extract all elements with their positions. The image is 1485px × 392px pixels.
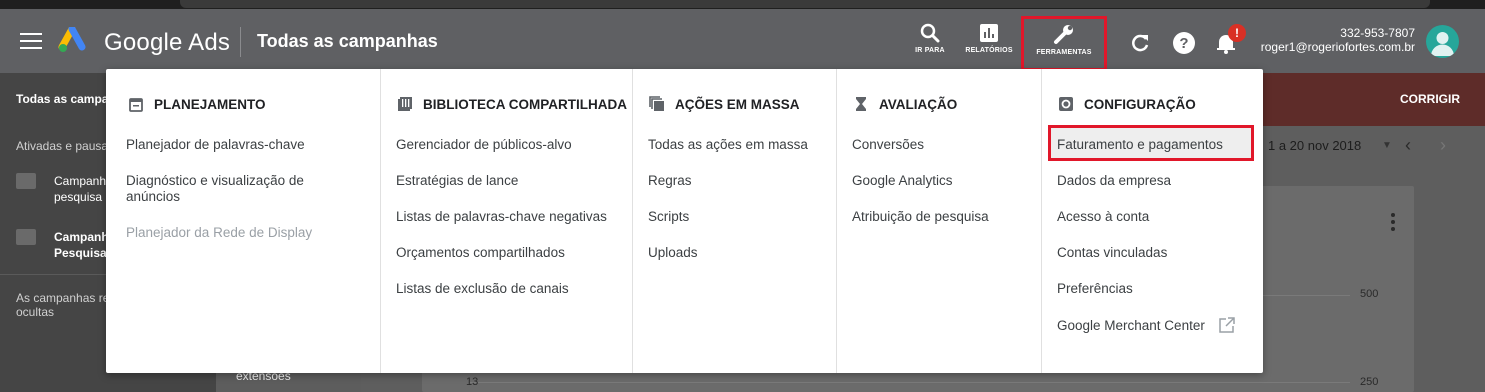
menu-column-measurement: AVALIAÇÃO Conversões Google Analytics At…: [836, 69, 1041, 373]
date-dropdown-icon[interactable]: ▼: [1382, 140, 1392, 151]
notification-badge: !: [1228, 24, 1246, 42]
sidebar-campaign-1[interactable]: Campanh pesquisa: [16, 173, 106, 205]
browser-top-strip: [0, 0, 1485, 9]
account-id[interactable]: 332-953-7807: [1340, 26, 1415, 40]
menu-column-bulk-actions: AÇÕES EM MASSA Todas as ações em massa R…: [632, 69, 836, 373]
calendar-icon: [129, 98, 143, 112]
menu-item-account-access[interactable]: Acesso à conta: [1057, 209, 1149, 225]
library-icon: [398, 97, 412, 111]
menu-column-shared-library: BIBLIOTECA COMPARTILHADA Gerenciador de …: [380, 69, 632, 373]
menu-item-google-analytics[interactable]: Google Analytics: [852, 173, 953, 189]
previous-period-icon[interactable]: ‹: [1405, 135, 1411, 156]
menu-item-shared-budgets[interactable]: Orçamentos compartilhados: [396, 245, 565, 261]
menu-item-linked-accounts[interactable]: Contas vinculadas: [1057, 245, 1167, 261]
menu-item-business-data[interactable]: Dados da empresa: [1057, 173, 1171, 189]
external-link-icon: [1219, 317, 1235, 333]
menu-heading-bulk-actions: AÇÕES EM MASSA: [649, 96, 800, 112]
tools-highlight-box: [1021, 16, 1107, 71]
menu-item-billing-payments[interactable]: Faturamento e pagamentos: [1057, 137, 1223, 153]
menu-item-bid-strategies[interactable]: Estratégias de lance: [396, 173, 518, 189]
menu-column-planning: PLANEJAMENTO Planejador de palavras-chav…: [106, 69, 380, 373]
menu-heading-shared-library-label: BIBLIOTECA COMPARTILHADA: [423, 97, 627, 112]
y-tick-right-500: 500: [1360, 288, 1379, 300]
alert-banner-text: Todas as campa: [16, 92, 109, 106]
menu-item-merchant-center-label: Google Merchant Center: [1057, 318, 1205, 333]
menu-item-rules[interactable]: Regras: [648, 173, 692, 189]
sidebar-campaign-1-line1: Campanh: [54, 174, 107, 188]
menu-item-preferences[interactable]: Preferências: [1057, 281, 1133, 297]
menu-item-scripts[interactable]: Scripts: [648, 209, 689, 225]
chart-gridline: [470, 382, 1350, 383]
menu-item-display-planner: Planejador da Rede de Display: [126, 225, 313, 240]
reports-button[interactable]: RELATÓRIOS: [962, 23, 1016, 65]
hourglass-icon: [856, 97, 866, 111]
menu-heading-planning-label: PLANEJAMENTO: [154, 97, 266, 112]
search-campaign-icon: [16, 229, 36, 245]
bar-chart-icon: [980, 24, 998, 42]
hidden-campaigns-line2: ocultas: [16, 305, 55, 319]
search-campaign-icon: [16, 173, 36, 189]
header-divider: [240, 27, 241, 57]
menu-item-search-attribution[interactable]: Atribuição de pesquisa: [852, 209, 989, 225]
refresh-icon[interactable]: [1128, 31, 1152, 55]
settings-icon: [1059, 97, 1073, 111]
menu-hamburger-icon[interactable]: [20, 33, 42, 49]
menu-heading-setup-label: CONFIGURAÇÃO: [1084, 97, 1196, 112]
google-ads-logo-icon[interactable]: [58, 27, 94, 55]
menu-item-all-bulk-actions[interactable]: Todas as ações em massa: [648, 137, 808, 153]
menu-item-conversions[interactable]: Conversões: [852, 137, 924, 153]
svg-text:?: ?: [1179, 35, 1188, 52]
menu-column-setup: CONFIGURAÇÃO Faturamento e pagamentos Da…: [1041, 69, 1263, 373]
sidebar-campaign-2-line2: Pesquisa: [54, 246, 107, 260]
menu-item-ad-preview[interactable]: Diagnóstico e visualização de anúncios: [126, 173, 346, 205]
sidebar-campaign-2[interactable]: Campanh Pesquisa: [16, 229, 109, 261]
go-to-button[interactable]: IR PARA: [910, 23, 950, 65]
menu-heading-shared-library: BIBLIOTECA COMPARTILHADA: [397, 96, 627, 112]
sidebar-campaign-2-line1: Campanh: [54, 230, 109, 244]
avatar[interactable]: [1426, 25, 1459, 58]
go-to-label: IR PARA: [915, 47, 945, 54]
copy-stack-icon: [649, 96, 664, 111]
brand-name[interactable]: Google Ads: [104, 29, 230, 57]
menu-heading-setup: CONFIGURAÇÃO: [1058, 96, 1196, 112]
browser-tab-edge: [180, 0, 1430, 8]
more-options-icon[interactable]: [1391, 213, 1395, 234]
menu-item-keyword-planner[interactable]: Planejador de palavras-chave: [126, 137, 305, 153]
menu-item-uploads[interactable]: Uploads: [648, 245, 698, 261]
next-period-icon[interactable]: ›: [1440, 135, 1446, 156]
reports-label: RELATÓRIOS: [965, 47, 1013, 54]
y-tick-right-250: 250: [1360, 376, 1379, 388]
search-icon: [920, 23, 940, 43]
menu-item-placement-exclusion-lists[interactable]: Listas de exclusão de canais: [396, 281, 569, 297]
y-tick-left: 13: [466, 376, 479, 388]
person-icon: [1431, 32, 1454, 56]
date-range-selector[interactable]: 1 a 20 nov 2018: [1268, 138, 1361, 153]
hidden-campaigns-note: As campanhas re ocultas: [16, 291, 109, 319]
tools-dropdown-menu: PLANEJAMENTO Planejador de palavras-chav…: [106, 69, 1263, 373]
menu-heading-bulk-actions-label: AÇÕES EM MASSA: [675, 97, 800, 112]
menu-heading-measurement: AVALIAÇÃO: [853, 96, 957, 112]
fix-button[interactable]: CORRIGIR: [1400, 92, 1460, 106]
help-icon[interactable]: ?: [1172, 31, 1196, 55]
page-title: Todas as campanhas: [257, 31, 438, 51]
menu-heading-planning: PLANEJAMENTO: [128, 96, 266, 112]
sidebar-filter-label: Ativadas e pausa: [16, 139, 109, 153]
menu-heading-measurement-label: AVALIAÇÃO: [879, 97, 958, 112]
account-email[interactable]: roger1@rogeriofortes.com.br: [1261, 40, 1415, 54]
menu-item-negative-keyword-lists[interactable]: Listas de palavras-chave negativas: [396, 209, 607, 225]
menu-item-audience-manager[interactable]: Gerenciador de públicos-alvo: [396, 137, 572, 153]
hidden-campaigns-line1: As campanhas re: [16, 291, 110, 305]
menu-item-merchant-center[interactable]: Google Merchant Center: [1057, 317, 1235, 334]
sidebar-campaign-1-line2: pesquisa: [54, 190, 103, 204]
